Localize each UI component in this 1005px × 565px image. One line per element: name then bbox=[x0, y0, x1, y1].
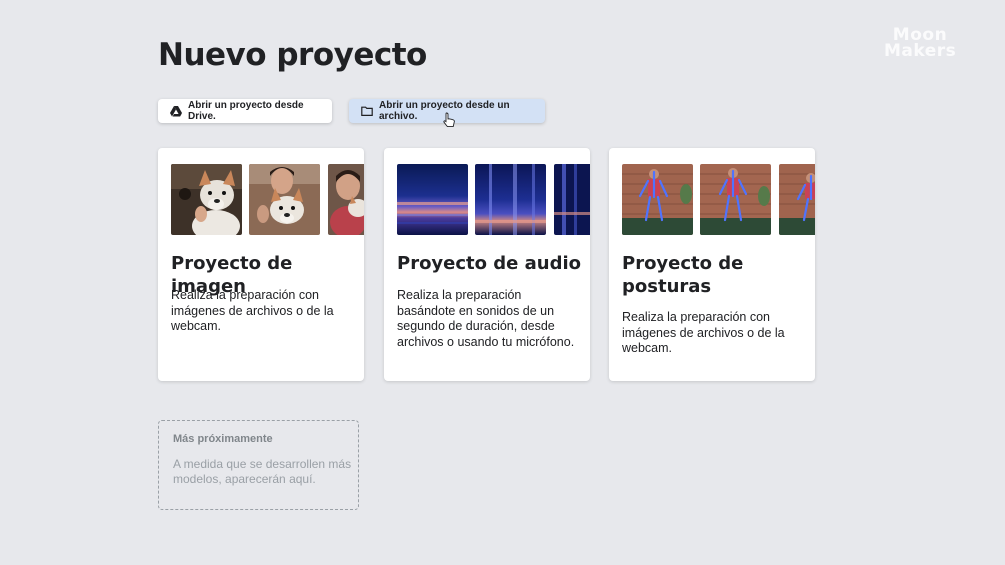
spectrogram-thumbnail bbox=[554, 164, 590, 235]
coming-soon-description: A medida que se desarrollen más modelos,… bbox=[173, 457, 352, 486]
webcam-photo-thumbnail bbox=[328, 164, 364, 235]
webcam-photo-thumbnail bbox=[171, 164, 242, 235]
pose-photo-thumbnail bbox=[779, 164, 815, 235]
card-title: Proyecto de posturas bbox=[622, 253, 744, 297]
spectrogram-thumbnail bbox=[397, 164, 468, 235]
coming-soon-title: Más próximamente bbox=[173, 433, 273, 445]
open-from-file-label: Abrir un proyecto desde un archivo. bbox=[379, 100, 510, 122]
image-project-card[interactable]: Proyecto de imagen Realiza la preparació… bbox=[158, 148, 364, 381]
open-from-drive-button[interactable]: Abrir un proyecto desde Drive. bbox=[158, 99, 332, 123]
card-description: Realiza la preparación con imágenes de a… bbox=[171, 288, 334, 333]
webcam-photo-thumbnail bbox=[249, 164, 320, 235]
card-title: Proyecto de audio bbox=[397, 253, 582, 274]
audio-thumbnails bbox=[397, 164, 590, 235]
card-description: Realiza la preparación con imágenes de a… bbox=[622, 310, 785, 355]
pose-photo-thumbnail bbox=[700, 164, 771, 235]
spectrogram-thumbnail bbox=[475, 164, 546, 235]
watermark-line-2: Makers bbox=[884, 41, 957, 61]
pose-project-card[interactable]: Proyecto de posturas Realiza la preparac… bbox=[609, 148, 815, 381]
hand-pointer-icon bbox=[443, 112, 455, 128]
google-drive-icon bbox=[170, 105, 182, 117]
folder-icon bbox=[361, 105, 373, 117]
card-description: Realiza la preparación basándote en soni… bbox=[397, 288, 575, 349]
audio-project-card[interactable]: Proyecto de audio Realiza la preparación… bbox=[384, 148, 590, 381]
page-title: Nuevo proyecto bbox=[158, 37, 427, 73]
moonmakers-watermark: Moon Makers bbox=[884, 27, 957, 61]
pose-thumbnails bbox=[622, 164, 815, 235]
coming-soon-placeholder: Más próximamente A medida que se desarro… bbox=[158, 420, 359, 510]
pose-photo-thumbnail bbox=[622, 164, 693, 235]
open-from-drive-label: Abrir un proyecto desde Drive. bbox=[188, 100, 304, 122]
image-thumbnails bbox=[171, 164, 364, 235]
